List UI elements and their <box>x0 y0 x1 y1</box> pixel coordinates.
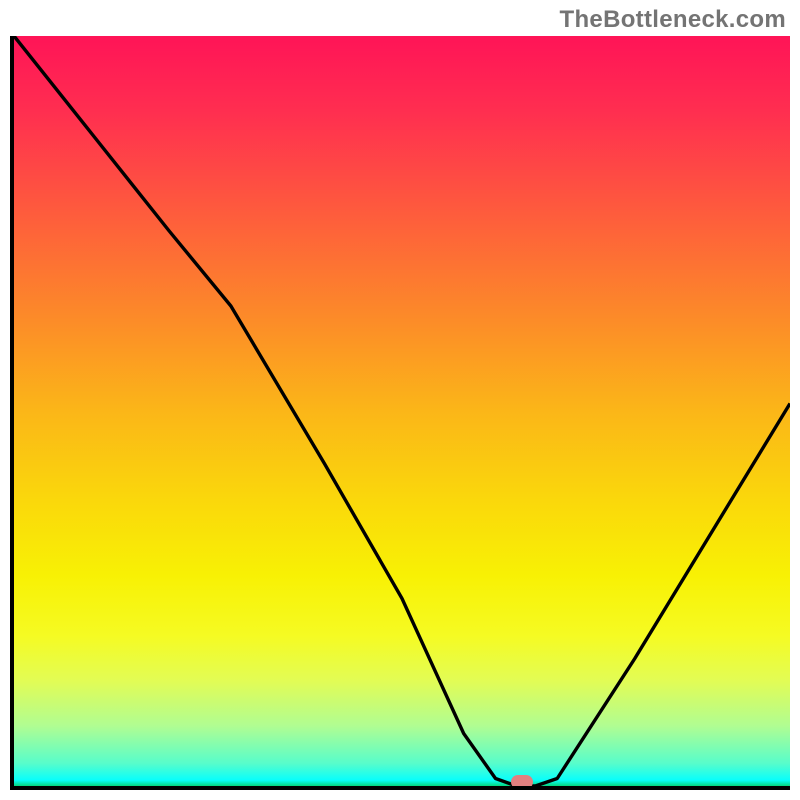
chart-container: TheBottleneck.com <box>0 0 800 800</box>
watermark-text: TheBottleneck.com <box>560 6 786 34</box>
bottleneck-curve <box>14 36 790 786</box>
curve-svg <box>14 36 790 786</box>
optimal-marker <box>511 775 533 789</box>
plot-area <box>10 36 790 790</box>
